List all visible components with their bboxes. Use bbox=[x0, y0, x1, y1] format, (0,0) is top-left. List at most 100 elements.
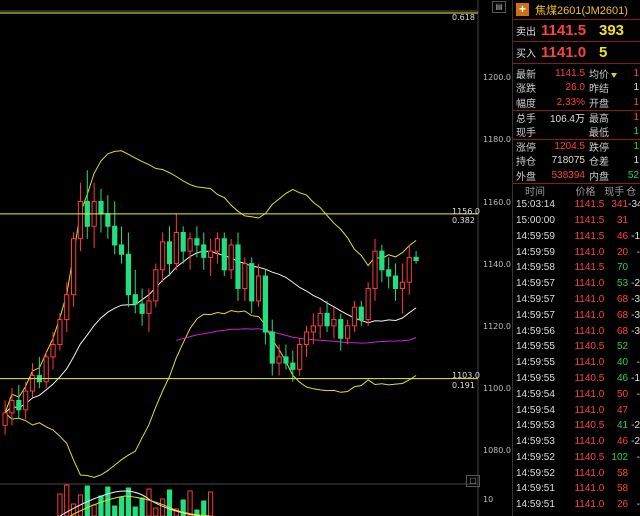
add-instrument-button[interactable]: + bbox=[516, 3, 529, 16]
candle-body bbox=[29, 375, 36, 392]
open-interest-value: 718075 bbox=[551, 155, 585, 167]
tick-price: 1141.0 bbox=[574, 278, 605, 290]
stat-label: 涨跌 bbox=[516, 84, 536, 96]
candle-body bbox=[57, 319, 63, 345]
candle-body bbox=[2, 412, 8, 426]
tick-row[interactable]: 14:59:55 1140.5 46 -1 bbox=[513, 371, 640, 387]
stat-label: 现手 bbox=[516, 128, 536, 140]
tick-volume: 46 bbox=[616, 436, 629, 448]
tick-row[interactable]: 14:59:54 1141.0 50- bbox=[513, 386, 640, 402]
tick-price: 1141.0 bbox=[574, 309, 605, 321]
bid-label: 买入 bbox=[516, 49, 536, 60]
total-volume-value: 106.4万 bbox=[549, 114, 585, 126]
tick-row[interactable]: 14:59:57 1141.0 68 -3 bbox=[513, 307, 640, 323]
candle-body bbox=[139, 303, 145, 314]
tick-row[interactable]: 14:59:51 1141.0 58 bbox=[513, 481, 640, 497]
tick-row[interactable]: 14:59:51 1141.0 26- bbox=[513, 497, 640, 513]
avg-price-value: 1 bbox=[633, 67, 639, 79]
stat-row-side: 外盘 538394 内盘 52 bbox=[513, 168, 640, 183]
tick-row[interactable]: 14:59:53 1141.0 46 -2 bbox=[513, 434, 640, 450]
tick-row[interactable]: 14:59:55 1141.0 40- bbox=[513, 355, 640, 371]
candle-body bbox=[194, 238, 200, 246]
tick-row[interactable]: 15:00:00 1141.5 31 bbox=[513, 213, 640, 229]
tick-row[interactable]: 14:59:52 1140.5 102- bbox=[513, 450, 640, 466]
stat-label: 开盘 bbox=[589, 98, 609, 110]
stat-label: 仓差 bbox=[589, 157, 609, 169]
low-value: 1 bbox=[633, 126, 639, 138]
tick-volume: 52 bbox=[616, 341, 629, 353]
tick-price: 1141.5 bbox=[574, 214, 605, 226]
tick-row[interactable]: 15:03:14 1141.5 341-34 bbox=[513, 197, 640, 213]
stat-label: 最低 bbox=[589, 128, 609, 140]
candle-body bbox=[297, 343, 303, 370]
candle-body bbox=[290, 362, 296, 370]
prev-settle-value: 1 bbox=[633, 82, 639, 94]
candle-body bbox=[16, 399, 22, 411]
tick-volume: 20 bbox=[616, 246, 629, 258]
tick-row[interactable]: 14:59:52 1141.0 58 bbox=[513, 465, 640, 481]
tick-row[interactable]: 14:59:57 1141.0 68 -3 bbox=[513, 292, 640, 308]
tick-volume-header: 现手 bbox=[604, 186, 625, 198]
tick-volume: 341 bbox=[611, 199, 629, 211]
tick-time: 15:00:00 bbox=[516, 214, 555, 226]
tick-oi-change: - bbox=[636, 499, 640, 511]
tick-volume: 53 bbox=[616, 278, 629, 290]
candle-body bbox=[23, 390, 29, 411]
open-value: 1 bbox=[633, 96, 639, 108]
outer-volume-value: 538394 bbox=[551, 169, 585, 181]
volume-bar bbox=[153, 507, 159, 516]
ask-row[interactable]: 卖出 1141.5 393 bbox=[513, 20, 640, 42]
chevron-down-icon[interactable] bbox=[611, 72, 617, 78]
chart-menu-button[interactable]: ▤ bbox=[492, 1, 506, 13]
tick-row[interactable]: 14:59:58 1141.5 70 bbox=[513, 260, 640, 276]
tick-row[interactable]: 14:59:59 1141.5 46 -1 bbox=[513, 228, 640, 244]
stat-label: 持仓 bbox=[516, 157, 536, 169]
tick-row[interactable]: 14:59:56 1141.0 68 -3 bbox=[513, 323, 640, 339]
tick-row[interactable]: 14:59:59 1141.0 20- bbox=[513, 244, 640, 260]
candle-body bbox=[214, 238, 221, 252]
volume-bar bbox=[139, 497, 145, 516]
volume-pane-toggle-button[interactable]: ▢ bbox=[466, 475, 480, 487]
tick-time: 14:59:54 bbox=[516, 388, 555, 400]
tick-row[interactable]: 14:59:53 1140.5 41 -2 bbox=[513, 418, 640, 434]
tick-time: 14:59:52 bbox=[516, 467, 555, 479]
tick-oi-change: -3 bbox=[631, 309, 640, 321]
tick-volume: 46 bbox=[616, 372, 629, 384]
candle-body bbox=[317, 312, 323, 327]
kline-chart[interactable] bbox=[0, 0, 510, 516]
stat-label: 最新 bbox=[516, 69, 536, 81]
tick-time: 14:59:58 bbox=[516, 262, 555, 274]
tick-oi-change: -3 bbox=[631, 325, 640, 337]
candle-body bbox=[43, 356, 49, 383]
candle-body bbox=[283, 356, 289, 364]
tick-volume: 46 bbox=[616, 230, 629, 242]
change-pct-value: 2.33% bbox=[556, 96, 585, 108]
candle-body bbox=[228, 244, 234, 271]
stat-row-current: 现手 最低 1 bbox=[513, 124, 640, 139]
volume-bar bbox=[187, 490, 193, 516]
volume-bar bbox=[132, 506, 138, 516]
tick-volume: 68 bbox=[616, 293, 629, 305]
candle-body bbox=[98, 200, 104, 215]
tick-price: 1141.0 bbox=[574, 404, 605, 416]
tick-price: 1141.0 bbox=[574, 246, 605, 258]
tick-price: 1141.0 bbox=[574, 388, 605, 400]
tick-list[interactable]: 15:03:14 1141.5 341-34 15:00:00 1141.5 31 14:5… bbox=[513, 197, 640, 516]
candle-body bbox=[112, 225, 118, 246]
bid-row[interactable]: 买入 1141.0 5 bbox=[513, 42, 640, 64]
price-tick-label: 1100.0 bbox=[483, 384, 511, 393]
tick-row[interactable]: 14:59:55 1140.5 52 bbox=[513, 339, 640, 355]
candle-body bbox=[118, 244, 125, 255]
tick-time: 14:59:59 bbox=[516, 246, 555, 258]
kline-chart-area[interactable]: ▤ ▢ 1200.0 1180.0 1160.0 1140.0 1120.0 1… bbox=[0, 0, 511, 516]
tick-row[interactable]: 14:59:54 1141.0 47 bbox=[513, 402, 640, 418]
tick-row[interactable]: 14:59:57 1141.0 53 -2 bbox=[513, 276, 640, 292]
tick-price: 1141.5 bbox=[574, 262, 605, 274]
volume-bar bbox=[201, 500, 207, 516]
tick-price: 1141.0 bbox=[574, 499, 605, 511]
instrument-title[interactable]: 焦煤2601(JM2601) bbox=[535, 2, 628, 18]
candle-body bbox=[153, 269, 159, 302]
stat-row-oi: 持仓 718075 仓差 1 bbox=[513, 154, 640, 169]
tick-oi-change: - bbox=[636, 357, 640, 369]
candle-body bbox=[386, 269, 392, 277]
